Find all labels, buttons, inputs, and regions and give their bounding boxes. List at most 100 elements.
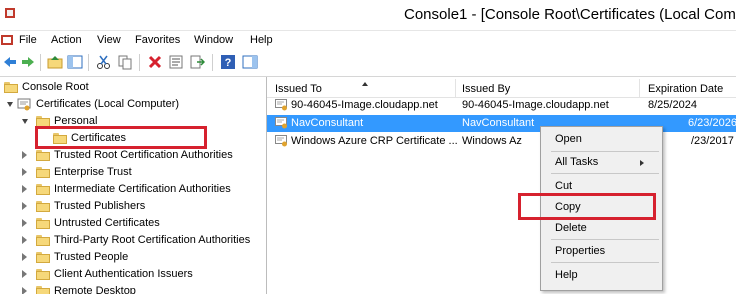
tree-node-label: Intermediate Certification Authorities: [54, 183, 231, 195]
help-icon[interactable]: ?: [220, 54, 236, 70]
cell-issued-to: NavConsultant: [291, 117, 364, 129]
tree-node-certificates-local-computer[interactable]: Certificates (Local Computer): [0, 97, 266, 113]
expand-arrow-icon[interactable]: [22, 168, 27, 176]
tree-node-remote-desktop[interactable]: Remote Desktop: [0, 284, 266, 294]
tree-node-trusted-people[interactable]: Trusted People: [0, 250, 266, 266]
tree-node-label: Certificates (Local Computer): [36, 98, 180, 110]
result-list-pane[interactable]: Issued To Issued By Expiration Date 90-4…: [267, 77, 736, 294]
folder-icon: [36, 218, 50, 229]
certificate-store-icon: [17, 98, 31, 111]
sort-ascending-icon: [362, 82, 368, 86]
window-titlebar: Console1 - [Console Root\Certificates (L…: [0, 0, 736, 31]
expand-arrow-icon[interactable]: [22, 202, 27, 210]
export-list-icon[interactable]: [189, 54, 205, 70]
menu-item-properties[interactable]: Properties: [555, 245, 605, 257]
toolbar: ?: [0, 50, 736, 77]
copy-icon[interactable]: [117, 54, 133, 70]
menu-window[interactable]: Window: [194, 34, 233, 46]
tree-node-label: Untrusted Certificates: [54, 217, 160, 229]
toolbar-separator: [88, 54, 89, 71]
cell-expiration-date: 6/23/2026: [688, 117, 736, 129]
submenu-arrow-icon: [640, 160, 644, 166]
tree-node-label: Client Authentication Issuers: [54, 268, 193, 280]
mmc-app-icon[interactable]: [4, 6, 16, 20]
menu-favorites[interactable]: Favorites: [135, 34, 180, 46]
back-arrow-icon[interactable]: [2, 54, 18, 70]
expand-arrow-icon[interactable]: [22, 287, 27, 294]
cell-issued-to: 90-46045-Image.cloudapp.net: [291, 99, 438, 111]
properties-icon[interactable]: [168, 54, 184, 70]
tree-node-console-root[interactable]: Console Root: [0, 80, 266, 96]
folder-icon: [36, 201, 50, 212]
tree-node-third-party-root-ca[interactable]: Third-Party Root Certification Authoriti…: [0, 233, 266, 249]
table-row-selected[interactable]: NavConsultant NavConsultant 6/23/2026: [267, 115, 736, 132]
cell-expiration-date: /23/2017: [691, 135, 734, 147]
menu-item-help[interactable]: Help: [555, 269, 578, 281]
menu-view[interactable]: View: [97, 34, 121, 46]
console-menu-icon[interactable]: [1, 34, 13, 46]
menu-item-cut[interactable]: Cut: [555, 180, 572, 192]
folder-icon: [36, 167, 50, 178]
column-divider[interactable]: [455, 79, 456, 97]
folder-icon: [36, 235, 50, 246]
cell-expiration-date: 8/25/2024: [648, 99, 697, 111]
expand-arrow-icon[interactable]: [22, 219, 27, 227]
tree-node-trusted-root-ca[interactable]: Trusted Root Certification Authorities: [0, 148, 266, 164]
column-header-bar: Issued To Issued By Expiration Date: [267, 79, 736, 98]
tree-node-label: Third-Party Root Certification Authoriti…: [54, 234, 251, 246]
annotation-highlight-box: [518, 193, 656, 220]
tree-node-label: Enterprise Trust: [54, 166, 132, 178]
console-tree-pane[interactable]: Console Root Certificates (Local Compute…: [0, 77, 267, 294]
delete-icon[interactable]: [147, 54, 163, 70]
menu-help[interactable]: Help: [250, 34, 273, 46]
tree-node-enterprise-trust[interactable]: Enterprise Trust: [0, 165, 266, 181]
menu-item-delete[interactable]: Delete: [555, 222, 587, 234]
tree-node-label: Console Root: [22, 81, 89, 93]
expand-arrow-icon[interactable]: [22, 236, 27, 244]
cell-issued-by: Windows Az: [462, 135, 522, 147]
column-header-issued-to[interactable]: Issued To: [275, 83, 322, 95]
menu-item-all-tasks[interactable]: All Tasks: [555, 156, 598, 168]
svg-text:?: ?: [225, 57, 232, 69]
window-title: Console1 - [Console Root\Certificates (L…: [404, 6, 736, 23]
menu-file[interactable]: File: [19, 34, 37, 46]
folder-icon: [4, 82, 18, 93]
show-hide-action-pane-icon[interactable]: [242, 54, 258, 70]
tree-node-client-authentication-issuers[interactable]: Client Authentication Issuers: [0, 267, 266, 283]
menu-separator: [551, 239, 659, 240]
tree-node-label: Remote Desktop: [54, 285, 136, 294]
expand-arrow-icon[interactable]: [7, 102, 13, 107]
toolbar-separator: [40, 54, 41, 71]
cell-issued-by: 90-46045-Image.cloudapp.net: [462, 99, 609, 111]
menu-separator: [551, 151, 659, 152]
menu-separator: [551, 173, 659, 174]
tree-node-untrusted-certificates[interactable]: Untrusted Certificates: [0, 216, 266, 232]
cell-issued-to: Windows Azure CRP Certificate ...: [291, 135, 458, 147]
toolbar-separator: [212, 54, 213, 71]
annotation-highlight-box: [35, 126, 207, 149]
column-header-issued-by[interactable]: Issued By: [462, 83, 510, 95]
expand-arrow-icon[interactable]: [22, 185, 27, 193]
tree-node-trusted-publishers[interactable]: Trusted Publishers: [0, 199, 266, 215]
show-hide-tree-icon[interactable]: [67, 54, 83, 70]
expand-arrow-icon[interactable]: [22, 119, 28, 124]
menu-item-open[interactable]: Open: [555, 133, 582, 145]
expand-arrow-icon[interactable]: [22, 151, 27, 159]
up-folder-icon[interactable]: [47, 54, 63, 70]
tree-node-label: Trusted People: [54, 251, 129, 263]
table-row[interactable]: 90-46045-Image.cloudapp.net 90-46045-Ima…: [267, 97, 736, 114]
cut-icon[interactable]: [96, 54, 112, 70]
folder-icon: [36, 184, 50, 195]
table-row[interactable]: Windows Azure CRP Certificate ... Window…: [267, 133, 736, 150]
column-divider[interactable]: [639, 79, 640, 97]
expand-arrow-icon[interactable]: [22, 253, 27, 261]
menu-action[interactable]: Action: [51, 34, 82, 46]
forward-arrow-icon[interactable]: [20, 54, 36, 70]
folder-icon: [36, 286, 50, 294]
expand-arrow-icon[interactable]: [22, 270, 27, 278]
folder-icon: [36, 269, 50, 280]
tree-node-intermediate-ca[interactable]: Intermediate Certification Authorities: [0, 182, 266, 198]
cell-issued-by: NavConsultant: [462, 117, 535, 129]
column-header-expiration-date[interactable]: Expiration Date: [648, 83, 723, 95]
certificate-icon: [275, 135, 287, 147]
